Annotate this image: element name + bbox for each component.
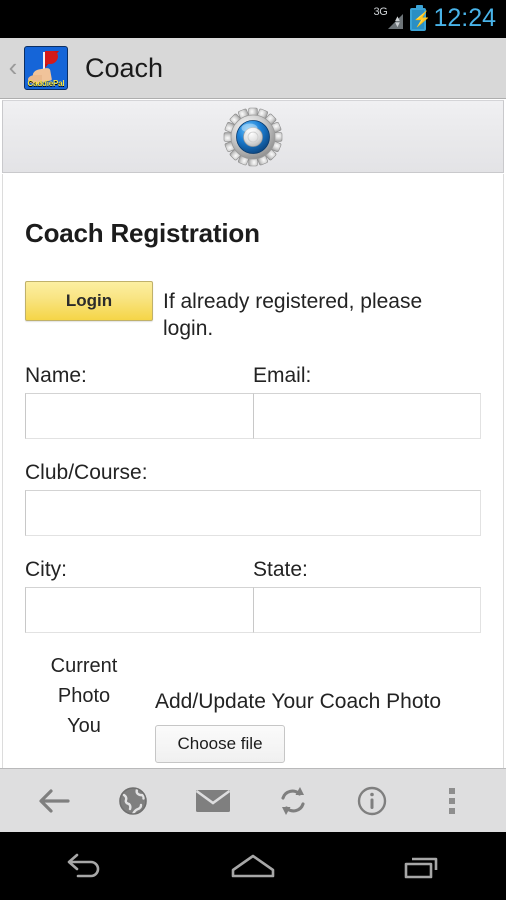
state-label: State: <box>253 558 308 581</box>
battery-charging-icon: ⚡ <box>410 4 432 31</box>
android-home-icon[interactable] <box>198 841 308 891</box>
status-bar-right-cluster: 3G ▲ ▼ ⚡ 12:24 <box>373 3 496 33</box>
device-screen: 3G ▲ ▼ ⚡ 12:24 ‹ CaddiePal Coach Coach R… <box>0 0 506 900</box>
signal-strength-icon: 3G ▲ ▼ <box>373 6 404 31</box>
refresh-icon[interactable] <box>266 777 320 825</box>
page-header-banner <box>2 100 504 173</box>
back-arrow-icon[interactable] <box>27 777 81 825</box>
add-update-photo-heading: Add/Update Your Coach Photo <box>155 690 442 713</box>
name-label: Name: <box>25 364 87 387</box>
choose-file-button[interactable]: Choose file <box>155 725 285 763</box>
login-prompt-row: Login If already registered, please logi… <box>25 281 481 342</box>
name-email-label-row: Name: Email: <box>25 342 481 393</box>
city-state-label-row: City: State: <box>25 536 481 587</box>
browser-bottom-toolbar <box>0 768 506 832</box>
network-type-label: 3G <box>373 6 388 18</box>
up-chevron-icon[interactable]: ‹ <box>2 54 24 80</box>
city-input[interactable] <box>25 587 253 633</box>
email-label: Email: <box>253 364 312 387</box>
current-photo-label-line2: Photo <box>57 685 111 707</box>
page-title: Coach Registration <box>25 218 260 248</box>
overflow-dot <box>449 787 456 794</box>
page-content-scroll-area[interactable]: Coach Registration Login If already regi… <box>2 174 504 768</box>
app-icon-caption: CaddiePal <box>27 79 65 88</box>
email-input[interactable] <box>253 393 481 439</box>
overflow-dot <box>449 797 456 804</box>
overflow-menu-icon[interactable] <box>425 777 479 825</box>
name-input[interactable] <box>25 393 253 439</box>
envelope-icon[interactable] <box>186 777 240 825</box>
android-recents-icon[interactable] <box>367 841 477 891</box>
club-course-input[interactable] <box>25 490 481 536</box>
name-email-input-row <box>25 393 481 439</box>
android-navigation-bar <box>0 832 506 900</box>
state-input[interactable] <box>253 587 481 633</box>
overflow-dot <box>449 807 456 814</box>
info-icon[interactable] <box>345 777 399 825</box>
city-label: City: <box>25 558 67 581</box>
caddiepal-app-icon[interactable]: CaddiePal <box>24 46 68 90</box>
login-button[interactable]: Login <box>25 281 153 321</box>
current-photo-column: Current Photo You <box>25 647 143 763</box>
globe-icon[interactable] <box>106 777 160 825</box>
coach-photo-section: Current Photo You Add/Update Your Coach … <box>25 647 481 763</box>
status-bar-clock: 12:24 <box>433 3 496 32</box>
android-back-icon[interactable] <box>29 841 139 891</box>
app-title-bar: ‹ CaddiePal Coach <box>0 38 506 99</box>
android-status-bar: 3G ▲ ▼ ⚡ 12:24 <box>0 0 506 38</box>
login-help-text: If already registered, please login. <box>163 290 423 340</box>
club-course-input-row <box>25 490 481 536</box>
gear-icon[interactable] <box>223 107 283 167</box>
app-title: Coach <box>85 52 164 83</box>
charging-bolt-icon: ⚡ <box>412 10 432 28</box>
current-photo-value: You <box>67 715 101 737</box>
overflow-dots <box>449 787 456 814</box>
city-state-input-row <box>25 587 481 633</box>
photo-upload-column: Add/Update Your Coach Photo Choose file <box>143 647 481 763</box>
data-transfer-arrows-icon: ▲ ▼ <box>393 14 402 29</box>
current-photo-label-line1: Current <box>50 655 118 677</box>
club-course-label: Club/Course: <box>25 461 148 484</box>
